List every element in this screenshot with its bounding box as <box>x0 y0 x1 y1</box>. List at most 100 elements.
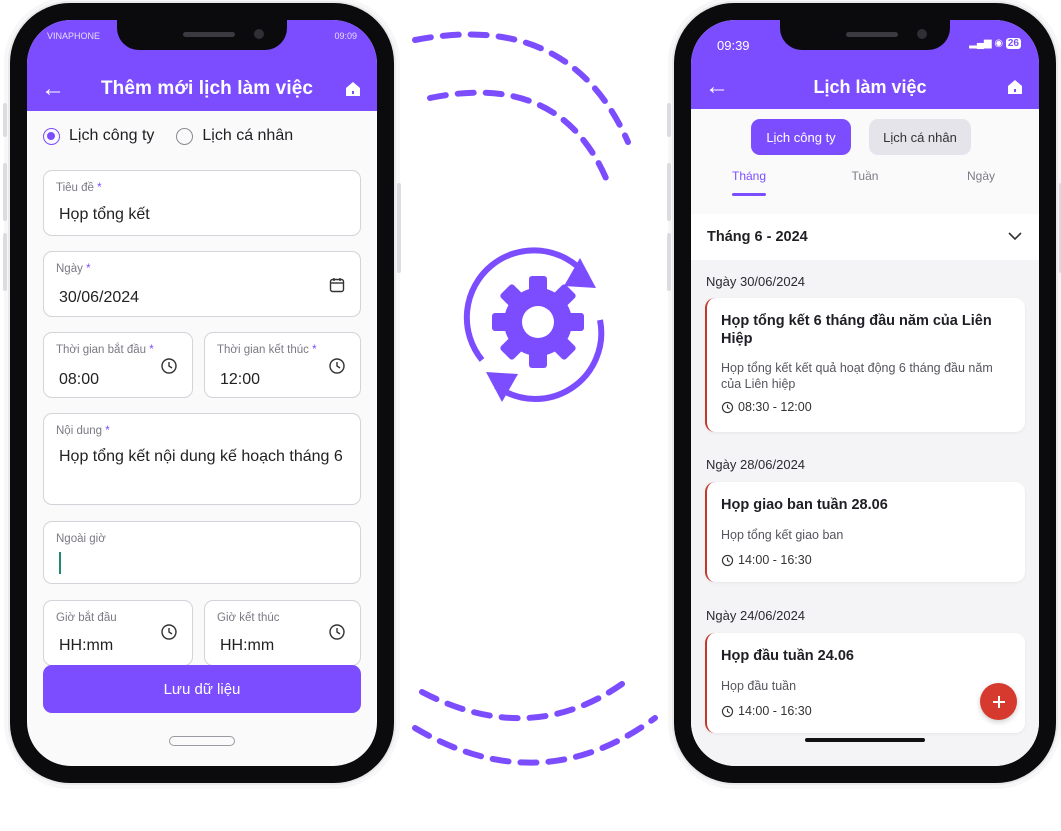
event-description: Họp tổng kết giao ban <box>721 528 844 542</box>
clock-icon[interactable] <box>160 357 178 375</box>
required-mark: * <box>149 344 154 356</box>
ot-end-placeholder: HH:mm <box>220 637 275 654</box>
mute-switch <box>3 103 7 137</box>
volume-down-button <box>3 233 7 291</box>
status-time: 09:39 <box>717 38 750 53</box>
clock-icon <box>721 705 734 717</box>
segment-personal[interactable]: Lịch cá nhân <box>869 119 971 155</box>
title-label: Tiêu đề <box>56 182 94 194</box>
save-button[interactable]: Lưu dữ liệu <box>43 665 361 713</box>
event-description: Họp đầu tuần <box>721 679 797 693</box>
dashed-arc-top-inner <box>427 89 613 191</box>
calendar-type-radio-group: Lịch công ty Lịch cá nhân <box>43 127 361 145</box>
left-screen: VINAPHONE 09:09 ← Thêm mới lịch làm việc… <box>27 20 377 766</box>
dashed-arc-top-outer <box>412 31 631 145</box>
end-time-field[interactable]: Thời gian kết thúc * 12:00 <box>204 332 361 398</box>
content-field[interactable]: Nội dung * Họp tổng kết nội dung kế hoạc… <box>43 413 361 505</box>
event-time: 14:00 - 16:30 <box>738 553 812 567</box>
event-card[interactable]: Họp giao ban tuần 28.06 Họp tổng kết gia… <box>705 482 1025 582</box>
right-phone: 09:39 ▂▄▆ ◉ 26 ← Lịch làm việc Lịch công… <box>667 3 1061 783</box>
back-arrow-icon[interactable]: ← <box>705 75 735 99</box>
overtime-field[interactable]: Ngoài giờ <box>43 521 361 584</box>
event-title: Họp đầu tuần 24.06 <box>721 648 854 664</box>
right-screen: 09:39 ▂▄▆ ◉ 26 ← Lịch làm việc Lịch công… <box>691 20 1039 766</box>
carrier-name: VINAPHONE <box>47 31 101 41</box>
page-title: Thêm mới lịch làm việc <box>100 78 314 99</box>
content-value: Họp tổng kết nội dung kế hoạch tháng 6 <box>59 448 343 465</box>
radio-company[interactable]: Lịch công ty <box>43 127 154 145</box>
event-title: Họp tổng kết 6 tháng đầu năm của Liên Hi… <box>721 313 992 347</box>
chevron-down-icon[interactable] <box>1007 228 1023 246</box>
radio-personal[interactable]: Lịch cá nhân <box>176 127 293 145</box>
month-selector[interactable]: Tháng 6 - 2024 <box>691 214 1039 260</box>
required-mark: * <box>312 344 317 356</box>
clock-icon[interactable] <box>160 623 178 641</box>
date-value: 30/06/2024 <box>59 289 140 306</box>
event-card[interactable]: Họp tổng kết 6 tháng đầu năm của Liên Hi… <box>705 298 1025 432</box>
add-event-button[interactable] <box>980 683 1017 720</box>
start-time-value: 08:00 <box>59 371 100 388</box>
plus-icon <box>992 695 1005 708</box>
radio-selected-icon[interactable] <box>43 127 60 145</box>
ot-start-placeholder: HH:mm <box>59 637 114 654</box>
status-battery: ▂▄▆ ◉ 26 <box>969 38 1021 49</box>
sync-illustration <box>412 31 658 766</box>
event-time: 08:30 - 12:00 <box>738 400 812 414</box>
ot-end-field[interactable]: Giờ kết thúc HH:mm <box>204 600 361 666</box>
clock-icon[interactable] <box>328 357 346 375</box>
title-value: Họp tổng kết <box>59 206 150 223</box>
date-label: Ngày <box>56 263 83 275</box>
notch <box>117 20 287 50</box>
home-icon[interactable] <box>343 79 363 99</box>
content-label: Nội dung <box>56 425 103 437</box>
home-icon[interactable] <box>1005 77 1025 97</box>
ot-start-label: Giờ bắt đầu <box>56 612 117 624</box>
tab-day[interactable]: Ngày <box>923 169 1039 195</box>
radio-unselected-icon[interactable] <box>176 127 194 145</box>
dashed-arc-bottom-outer <box>412 715 658 766</box>
required-mark: * <box>97 182 102 194</box>
ot-start-field[interactable]: Giờ bắt đầu HH:mm <box>43 600 193 666</box>
mute-switch <box>667 103 671 137</box>
clock-icon <box>721 401 734 413</box>
event-title: Họp giao ban tuần 28.06 <box>721 497 888 513</box>
back-arrow-icon[interactable]: ← <box>41 77 71 101</box>
tab-month[interactable]: Tháng <box>691 169 807 195</box>
event-description: Họp tổng kết kết quả hoạt động 6 tháng đ… <box>721 361 993 391</box>
radio-company-label: Lịch công ty <box>69 127 155 144</box>
date-field[interactable]: Ngày * 30/06/2024 <box>43 251 361 317</box>
day-header: Ngày 30/06/2024 <box>706 274 806 289</box>
month-label: Tháng 6 - 2024 <box>707 229 808 245</box>
view-tabs: Tháng Tuần Ngày <box>691 169 1039 195</box>
required-mark: * <box>105 425 110 437</box>
ot-end-label: Giờ kết thúc <box>217 612 280 624</box>
title-field[interactable]: Tiêu đề * Họp tổng kết <box>43 170 361 236</box>
end-time-value: 12:00 <box>220 371 261 388</box>
calendar-icon[interactable] <box>328 276 346 294</box>
required-mark: * <box>86 263 91 275</box>
start-time-field[interactable]: Thời gian bắt đầu * 08:00 <box>43 332 193 398</box>
day-header: Ngày 28/06/2024 <box>706 457 806 472</box>
volume-up-button <box>667 163 671 221</box>
sync-gear-icon <box>463 247 605 402</box>
battery-level: 26 <box>1005 38 1021 49</box>
start-time-label: Thời gian bắt đầu <box>56 344 147 356</box>
segment-company[interactable]: Lịch công ty <box>751 119 851 155</box>
text-cursor <box>59 552 61 574</box>
radio-personal-label: Lịch cá nhân <box>202 127 294 144</box>
home-indicator <box>805 738 925 742</box>
notch <box>780 20 950 50</box>
page-title: Lịch làm việc <box>813 76 927 97</box>
volume-up-button <box>3 163 7 221</box>
left-phone: VINAPHONE 09:09 ← Thêm mới lịch làm việc… <box>3 3 401 783</box>
view-controls: Lịch công ty Lịch cá nhân Tháng Tuần Ngà… <box>691 109 1039 214</box>
event-time: 14:00 - 16:30 <box>738 704 812 718</box>
home-indicator <box>169 736 235 746</box>
clock-icon[interactable] <box>328 623 346 641</box>
tab-week[interactable]: Tuần <box>807 169 923 195</box>
volume-down-button <box>667 233 671 291</box>
event-card[interactable]: Họp đầu tuần 24.06 Họp đầu tuần 14:00 - … <box>705 633 1025 733</box>
day-header: Ngày 24/06/2024 <box>706 608 806 623</box>
status-time: 09:09 <box>334 31 357 41</box>
overtime-label: Ngoài giờ <box>56 533 106 545</box>
